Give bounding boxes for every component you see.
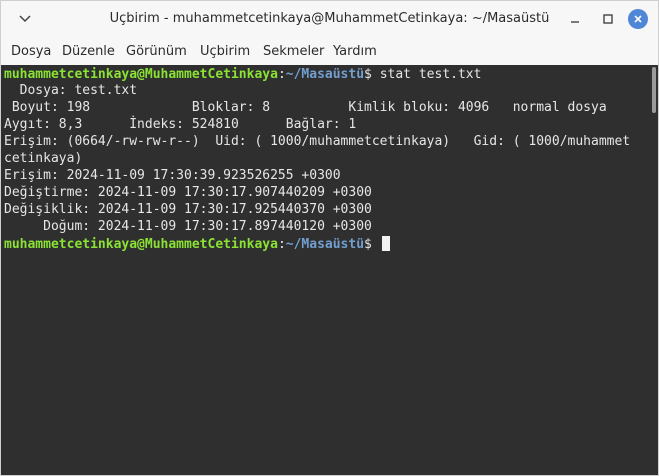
output-line: Aygıt: 8,3 İndeks: 524810 Bağlar: 1 (4, 117, 357, 132)
terminal-window: Uçbirim - muhammetcetinkaya@MuhammetCeti… (0, 0, 659, 476)
minimize-icon (571, 21, 579, 23)
prompt-symbol: $ (364, 237, 380, 252)
prompt-separator: : (277, 67, 286, 82)
output-line: Erişim: 2024-11-09 17:30:39.923526255 +0… (4, 168, 341, 183)
prompt-path: ~/Masaüstü (285, 67, 365, 82)
prompt-path: ~/Masaüstü (285, 237, 365, 252)
menu-sekmeler[interactable]: Sekmeler (263, 44, 324, 59)
menu-yardim[interactable]: Yardım (333, 44, 377, 59)
prompt-user-host: muhammetcetinkaya@MuhammetCetinkaya (4, 237, 278, 252)
menu-gorunum[interactable]: Görünüm (126, 44, 187, 59)
close-button[interactable] (628, 9, 648, 29)
output-line: Değişiklik: 2024-11-09 17:30:17.92544037… (4, 202, 372, 217)
output-line: Dosya: test.txt (4, 83, 138, 98)
prompt-user-host: muhammetcetinkaya@MuhammetCetinkaya (4, 67, 278, 82)
menu-ucbirim[interactable]: Uçbirim (200, 44, 250, 59)
window-title: Uçbirim - muhammetcetinkaya@MuhammetCeti… (109, 11, 550, 26)
menu-duzenle[interactable]: Düzenle (62, 44, 115, 59)
command-text: stat test.txt (379, 67, 482, 82)
prompt-line: muhammetcetinkaya@MuhammetCetinkaya:~/Ma… (4, 67, 481, 83)
output-line: cetinkaya) (4, 151, 83, 166)
minimize-button[interactable] (565, 9, 585, 29)
menu-bar: Dosya Düzenle Görünüm Uçbirim Sekmeler Y… (1, 37, 658, 65)
output-line: Erişim: (0664/-rw-rw-r--) Uid: ( 1000/mu… (4, 134, 631, 149)
prompt-symbol: $ (364, 67, 380, 82)
scrollbar[interactable] (652, 67, 656, 113)
title-bar[interactable]: Uçbirim - muhammetcetinkaya@MuhammetCeti… (1, 1, 658, 37)
output-line: Değiştirme: 2024-11-09 17:30:17.90744020… (4, 185, 372, 200)
output-line: Doğum: 2024-11-09 17:30:17.897440120 +03… (4, 219, 372, 234)
maximize-icon (603, 14, 613, 24)
menu-dosya[interactable]: Dosya (11, 44, 51, 59)
prompt-line: muhammetcetinkaya@MuhammetCetinkaya:~/Ma… (4, 236, 390, 252)
close-icon (634, 15, 642, 23)
terminal-area[interactable]: muhammetcetinkaya@MuhammetCetinkaya:~/Ma… (1, 65, 658, 475)
text-cursor (381, 236, 390, 251)
output-line: Boyut: 198 Bloklar: 8 Kimlik bloku: 4096… (4, 100, 607, 115)
maximize-button[interactable] (598, 9, 618, 29)
prompt-separator: : (277, 237, 286, 252)
